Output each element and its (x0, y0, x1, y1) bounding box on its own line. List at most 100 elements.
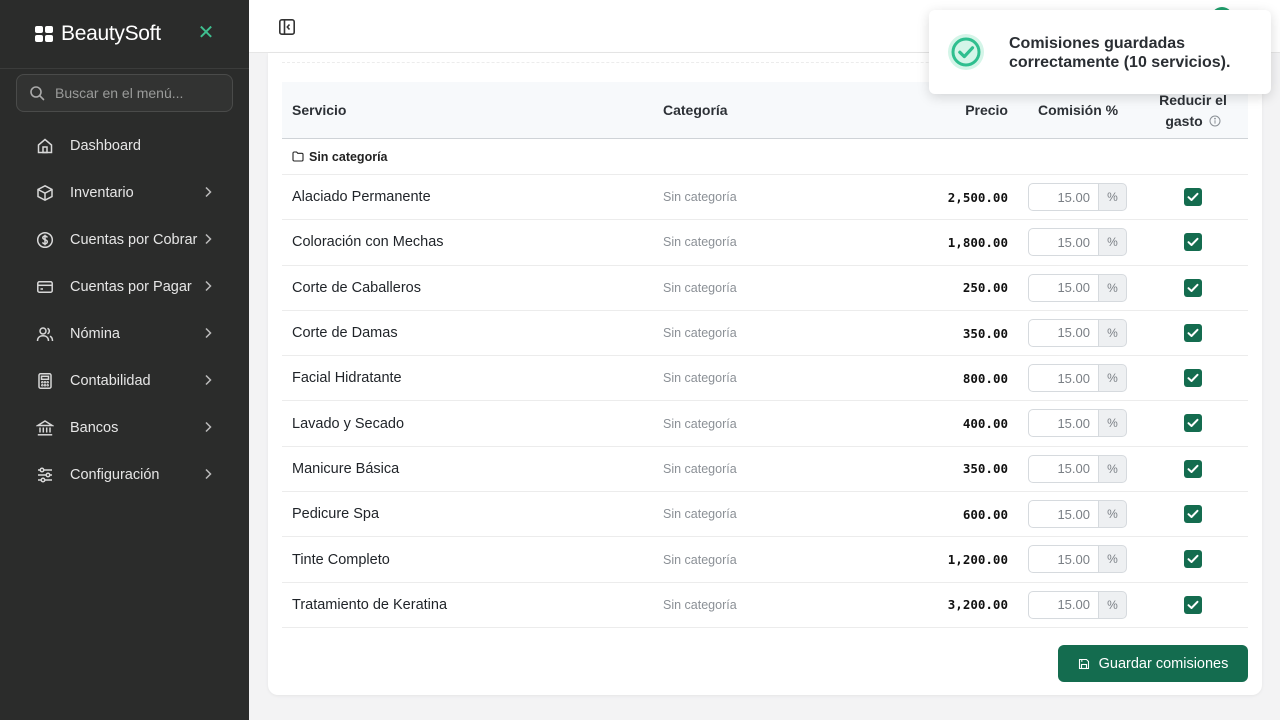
sidebar-item-cuentas-por-cobrar[interactable]: Cuentas por Cobrar (0, 216, 249, 263)
service-category: Sin categoría (663, 190, 737, 205)
service-name: Lavado y Secado (292, 415, 405, 432)
service-name: Alaciado Permanente (292, 189, 431, 206)
service-category: Sin categoría (663, 416, 737, 431)
search-icon (30, 86, 45, 101)
chevron-right-icon (205, 280, 212, 292)
sidebar-item-inventario[interactable]: Inventario (0, 169, 249, 216)
users-icon (35, 324, 55, 344)
services-table-body: Alaciado Permanente Sin categoría 2,500.00… (282, 175, 1248, 628)
save-commissions-label: Guardar comisiones (1098, 655, 1229, 672)
percent-suffix: % (1099, 590, 1127, 619)
sidebar-item-cuentas-por-pagar[interactable]: Cuentas por Pagar (0, 263, 249, 310)
home-icon (35, 136, 55, 156)
commission-input[interactable] (1028, 500, 1099, 529)
check-icon (1187, 419, 1199, 428)
reduce-expense-checkbox[interactable] (1184, 550, 1202, 569)
percent-suffix: % (1099, 545, 1127, 574)
sidebar-item-nomina[interactable]: Nómina (0, 310, 249, 357)
check-icon (1187, 373, 1199, 383)
chevron-right-icon (205, 327, 212, 339)
table-row: Pedicure Spa Sin categoría 600.00% (282, 492, 1248, 538)
service-price: 250.00 (962, 280, 1008, 296)
commission-field: % (1028, 183, 1127, 211)
info-icon[interactable] (1209, 115, 1221, 127)
bank-icon (35, 418, 55, 438)
sidebar-item-contabilidad[interactable]: Contabilidad (0, 357, 249, 404)
table-row: Alaciado Permanente Sin categoría 2,500.00… (282, 175, 1248, 221)
table-row: Tinte Completo Sin categoría 1,200.00% (282, 537, 1248, 583)
column-header-reduce-expense: Reducir el gasto (1150, 90, 1236, 132)
reduce-expense-checkbox[interactable] (1184, 188, 1202, 206)
service-category: Sin categoría (663, 552, 737, 567)
commission-input[interactable] (1028, 273, 1099, 302)
table-row: Tratamiento de Keratina Sin categoría 3,20… (282, 583, 1248, 628)
brand-logo-icon (35, 26, 54, 42)
sidebar-item-bancos[interactable]: Bancos (0, 404, 249, 451)
commission-input[interactable] (1028, 545, 1099, 574)
table-row: Manicure Básica Sin categoría 350.00% (282, 447, 1248, 493)
table-row: Lavado y Secado Sin categoría 400.00% (282, 401, 1248, 447)
percent-suffix: % (1099, 228, 1127, 257)
sliders-icon (35, 465, 55, 485)
sidebar: BeautySoft ✕ Dashboard Inventario Cuenta… (0, 0, 249, 720)
success-toast: Comisiones guardadas correctamente (10 s… (929, 10, 1271, 94)
service-name: Facial Hidratante (292, 370, 402, 387)
sidebar-item-label: Configuración (70, 466, 160, 483)
commission-input[interactable] (1028, 454, 1099, 483)
service-category: Sin categoría (663, 371, 737, 386)
reduce-expense-checkbox[interactable] (1184, 505, 1202, 524)
commission-input[interactable] (1028, 590, 1099, 619)
percent-suffix: % (1099, 273, 1127, 302)
sidebar-item-dashboard[interactable]: Dashboard (0, 122, 249, 169)
service-price: 350.00 (962, 461, 1008, 477)
chevron-right-icon (205, 233, 212, 245)
reduce-expense-checkbox[interactable] (1184, 595, 1202, 614)
service-name: Corte de Caballeros (292, 279, 421, 296)
category-group-row: Sin categoría (282, 139, 1248, 175)
toast-message: Comisiones guardadas correctamente (10 s… (1009, 35, 1231, 71)
sidebar-item-label: Bancos (70, 419, 119, 436)
reduce-expense-checkbox[interactable] (1184, 278, 1202, 297)
service-name: Coloración con Mechas (292, 234, 444, 251)
menu-search-input[interactable] (55, 85, 225, 101)
column-header-service: Servicio (292, 102, 347, 118)
service-price: 800.00 (962, 370, 1008, 386)
commission-field: % (1028, 273, 1127, 302)
reduce-expense-checkbox[interactable] (1184, 233, 1202, 252)
commission-input[interactable] (1028, 318, 1099, 347)
calculator-icon (35, 371, 55, 391)
check-icon (1187, 464, 1199, 473)
percent-suffix: % (1099, 454, 1127, 483)
save-commissions-button[interactable]: Guardar comisiones (1058, 645, 1248, 682)
commission-input[interactable] (1028, 409, 1099, 438)
brand-header: BeautySoft ✕ (0, 0, 249, 69)
box-icon (35, 183, 55, 203)
table-row: Corte de Damas Sin categoría 350.00% (282, 311, 1248, 357)
column-header-category: Categoría (663, 102, 728, 118)
commission-input[interactable] (1028, 228, 1099, 257)
sidebar-item-configuracion[interactable]: Configuración (0, 451, 249, 498)
check-icon (1187, 283, 1199, 292)
commission-input[interactable] (1028, 183, 1099, 211)
service-category: Sin categoría (663, 507, 737, 522)
commission-field: % (1028, 318, 1127, 347)
table-row: Facial Hidratante Sin categoría 800.00% (282, 356, 1248, 402)
commission-field: % (1028, 228, 1127, 257)
commission-input[interactable] (1028, 364, 1099, 393)
sidebar-item-label: Inventario (70, 184, 134, 201)
reduce-expense-checkbox[interactable] (1184, 414, 1202, 433)
close-sidebar-icon[interactable]: ✕ (196, 22, 216, 44)
sidebar-item-label: Dashboard (70, 137, 141, 154)
reduce-expense-checkbox[interactable] (1184, 459, 1202, 478)
sidebar-nav: Dashboard Inventario Cuentas por Cobrar … (0, 122, 249, 498)
dollar-circle-icon (35, 230, 55, 250)
menu-search (16, 74, 233, 112)
folder-icon (292, 151, 304, 162)
sidebar-toggle-icon[interactable] (278, 18, 296, 36)
sidebar-item-label: Contabilidad (70, 372, 151, 389)
check-icon (1187, 328, 1199, 337)
service-name: Manicure Básica (292, 460, 400, 477)
reduce-expense-checkbox[interactable] (1184, 323, 1202, 342)
service-price: 3,200.00 (947, 597, 1008, 613)
reduce-expense-checkbox[interactable] (1184, 369, 1202, 388)
